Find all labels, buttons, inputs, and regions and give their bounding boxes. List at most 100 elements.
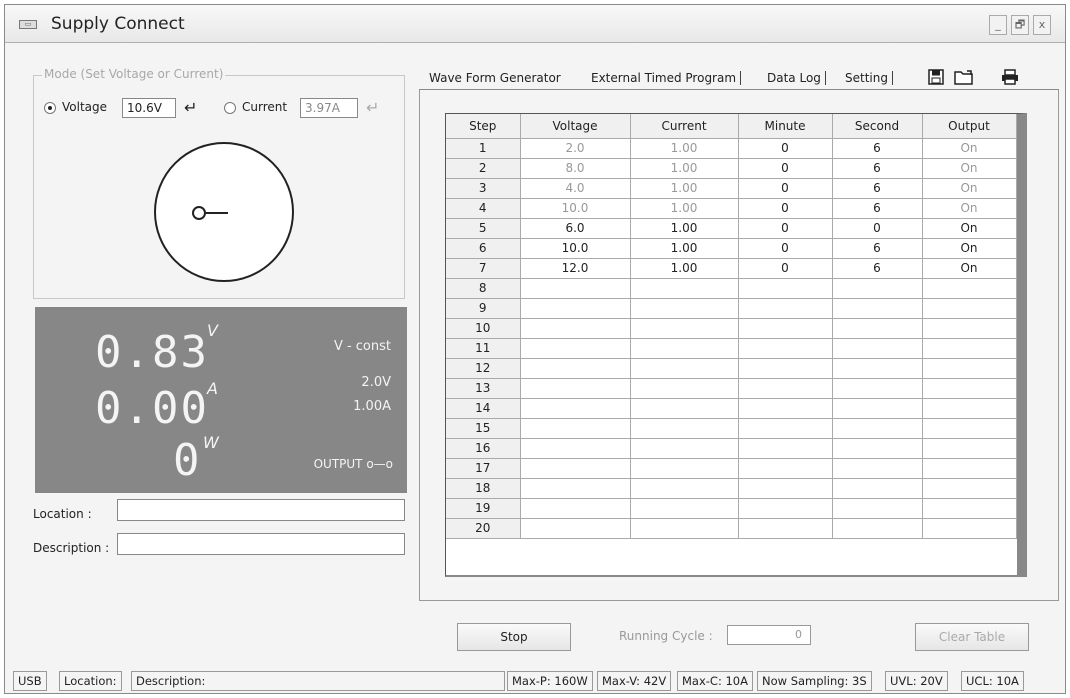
cell-second[interactable] (832, 278, 923, 299)
table-row[interactable]: 18 (446, 478, 1017, 499)
cell-voltage[interactable] (520, 378, 631, 399)
open-icon[interactable] (953, 69, 975, 87)
cell-current[interactable]: 1.00 (630, 158, 739, 179)
cell-minute[interactable]: 0 (738, 198, 833, 219)
cell-current[interactable]: 1.00 (630, 258, 739, 279)
cell-current[interactable] (630, 498, 739, 519)
cell-second[interactable] (832, 398, 923, 419)
cell-output[interactable] (922, 378, 1017, 399)
close-button[interactable]: x (1033, 15, 1051, 35)
cell-current[interactable]: 1.00 (630, 198, 739, 219)
cell-minute[interactable] (738, 318, 833, 339)
cell-second[interactable] (832, 418, 923, 439)
cell-minute[interactable]: 0 (738, 218, 833, 239)
cell-voltage[interactable] (520, 358, 631, 379)
cell-current[interactable] (630, 278, 739, 299)
cell-second[interactable]: 6 (832, 238, 923, 259)
cell-voltage[interactable] (520, 518, 631, 539)
current-radio[interactable] (224, 102, 236, 114)
cell-voltage[interactable] (520, 298, 631, 319)
table-row[interactable]: 10 (446, 318, 1017, 339)
cell-output[interactable] (922, 518, 1017, 539)
stop-button[interactable]: Stop (457, 623, 571, 651)
table-row[interactable]: 9 (446, 298, 1017, 319)
cell-current[interactable] (630, 418, 739, 439)
cell-current[interactable]: 1.00 (630, 218, 739, 239)
cell-second[interactable] (832, 438, 923, 459)
cell-minute[interactable]: 0 (738, 138, 833, 159)
cell-second[interactable]: 0 (832, 218, 923, 239)
cell-output[interactable] (922, 358, 1017, 379)
cell-current[interactable] (630, 458, 739, 479)
cell-minute[interactable] (738, 358, 833, 379)
control-knob[interactable] (154, 142, 294, 282)
cell-second[interactable]: 6 (832, 138, 923, 159)
cell-second[interactable]: 6 (832, 178, 923, 199)
cell-current[interactable] (630, 298, 739, 319)
cell-voltage[interactable] (520, 398, 631, 419)
table-row[interactable]: 4 10.0 1.00 0 6 On (446, 198, 1017, 219)
cell-current[interactable]: 1.00 (630, 138, 739, 159)
cell-minute[interactable] (738, 438, 833, 459)
table-row[interactable]: 1 2.0 1.00 0 6 On (446, 138, 1017, 159)
cell-voltage[interactable] (520, 278, 631, 299)
cell-voltage[interactable] (520, 318, 631, 339)
cell-current[interactable] (630, 478, 739, 499)
cell-minute[interactable] (738, 478, 833, 499)
cell-voltage[interactable] (520, 458, 631, 479)
cell-output[interactable]: On (922, 198, 1017, 219)
cell-second[interactable] (832, 518, 923, 539)
cell-current[interactable] (630, 378, 739, 399)
clear-table-button[interactable]: Clear Table (915, 623, 1029, 651)
table-row[interactable]: 3 4.0 1.00 0 6 On (446, 178, 1017, 199)
cell-minute[interactable]: 0 (738, 258, 833, 279)
table-row[interactable]: 12 (446, 358, 1017, 379)
table-row[interactable]: 14 (446, 398, 1017, 419)
cell-output[interactable]: On (922, 218, 1017, 239)
cell-output[interactable] (922, 478, 1017, 499)
cell-output[interactable]: On (922, 258, 1017, 279)
table-row[interactable]: 2 8.0 1.00 0 6 On (446, 158, 1017, 179)
table-row[interactable]: 5 6.0 1.00 0 0 On (446, 218, 1017, 239)
cell-voltage[interactable]: 12.0 (520, 258, 631, 279)
voltage-radio[interactable] (44, 102, 56, 114)
cell-current[interactable] (630, 518, 739, 539)
cell-voltage[interactable] (520, 498, 631, 519)
location-field[interactable] (117, 499, 405, 521)
minimize-button[interactable]: _ (989, 15, 1007, 35)
cell-second[interactable]: 6 (832, 158, 923, 179)
table-row[interactable]: 17 (446, 458, 1017, 479)
cell-current[interactable] (630, 318, 739, 339)
cell-output[interactable]: On (922, 158, 1017, 179)
cell-second[interactable] (832, 358, 923, 379)
cell-second[interactable] (832, 458, 923, 479)
cell-current[interactable] (630, 358, 739, 379)
cell-current[interactable]: 1.00 (630, 238, 739, 259)
cell-voltage[interactable]: 4.0 (520, 178, 631, 199)
cell-voltage[interactable]: 8.0 (520, 158, 631, 179)
cell-voltage[interactable]: 6.0 (520, 218, 631, 239)
cell-output[interactable] (922, 418, 1017, 439)
cell-second[interactable] (832, 298, 923, 319)
cell-voltage[interactable] (520, 418, 631, 439)
table-row[interactable]: 7 12.0 1.00 0 6 On (446, 258, 1017, 279)
table-row[interactable]: 20 (446, 518, 1017, 539)
cell-output[interactable]: On (922, 178, 1017, 199)
current-enter-icon[interactable]: ↵ (366, 100, 379, 116)
cell-current[interactable] (630, 398, 739, 419)
cell-output[interactable] (922, 278, 1017, 299)
cell-minute[interactable] (738, 498, 833, 519)
save-icon[interactable] (927, 69, 945, 87)
cell-voltage[interactable]: 10.0 (520, 198, 631, 219)
cell-voltage[interactable]: 10.0 (520, 238, 631, 259)
cell-voltage[interactable] (520, 338, 631, 359)
cell-second[interactable]: 6 (832, 258, 923, 279)
cell-minute[interactable] (738, 418, 833, 439)
cell-output[interactable] (922, 458, 1017, 479)
cell-second[interactable] (832, 338, 923, 359)
tab-wave-form-generator[interactable]: Wave Form Generator (429, 71, 561, 85)
voltage-enter-icon[interactable]: ↵ (184, 100, 197, 116)
cell-voltage[interactable] (520, 438, 631, 459)
table-row[interactable]: 19 (446, 498, 1017, 519)
cell-minute[interactable]: 0 (738, 178, 833, 199)
